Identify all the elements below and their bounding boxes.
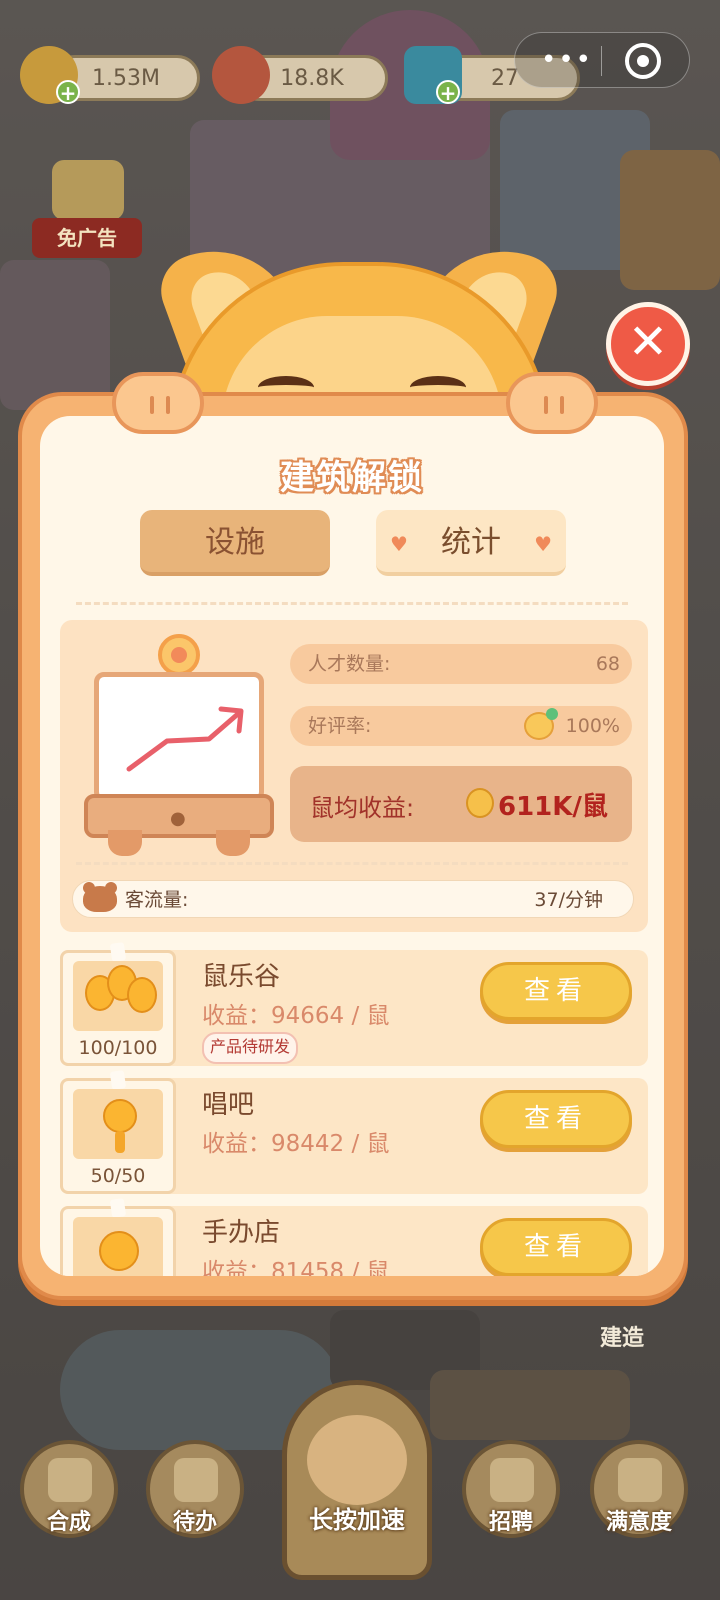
heart-icon: ♥ [534,532,552,556]
building-income: 收益：94664 / 鼠 [202,1003,390,1029]
clip-icon [109,1070,127,1090]
rating-row: 好评率: 100% [290,706,632,746]
card-icon [490,1458,534,1502]
clipboard-icon [174,1458,218,1502]
merge-label: 合成 [46,1510,91,1535]
tab-facilities[interactable]: 设施 [140,510,330,576]
tab-statistics-label: 统计 [441,525,501,560]
tab-facilities-label: 设施 [205,525,265,560]
divider [76,602,628,605]
chart-board [94,672,264,802]
rating-value: 100% [565,715,620,737]
list-item: 手办店 收益：81458 / 鼠 查看 [60,1198,648,1276]
income-label: 鼠均收益: [310,794,415,822]
no-ad-button[interactable]: 免广告 [32,160,142,260]
clip-icon [109,942,127,962]
balloon-icon [73,961,163,1031]
building-thumbnail [60,1198,176,1276]
chart-board-illustration: ● [84,634,274,864]
board-leg [216,830,250,856]
talent-value: 68 [595,653,620,675]
heart-icon: ♥ [390,532,408,556]
capsule-separator [601,46,602,76]
hamster-icon [307,1415,407,1505]
building-unlock-panel: 建筑解锁 设施 ♥ 统计 ♥ ● 人才数量: 68 好评率: 100% 鼠均收益… [40,416,664,1276]
merge-icon [48,1458,92,1502]
miniprogram-capsule: ••• [514,32,690,88]
building-thumbnail: 50/50 [60,1070,176,1194]
trend-up-icon [126,706,244,772]
building-name: 鼠乐谷 [202,962,281,992]
todo-label: 待办 [172,1510,217,1535]
income-value: 611K/鼠 [498,792,608,822]
paw-print-icon: ● [170,808,186,829]
rating-label: 好评率: [308,715,372,737]
traffic-row: 客流量: 37/分钟 [72,880,634,918]
close-button[interactable]: ✕ [606,302,690,386]
building-count: 100/100 [78,1037,158,1059]
cat-paw-right [506,372,598,434]
recruit-label: 招聘 [488,1510,533,1535]
add-seed-button[interactable]: + [56,80,80,104]
list-item: 100/100 鼠乐谷 收益：94664 / 鼠 产品待研发 查看 [60,942,648,1066]
satisfaction-label: 满意度 [605,1510,672,1535]
flower-value: 18.8K [280,65,344,91]
status-badge: 产品待研发 [202,1032,299,1064]
traffic-value: 37/分钟 [534,889,603,911]
microphone-icon [73,1089,163,1159]
talent-label: 人才数量: [308,653,391,675]
seed-value: 1.53M [92,65,160,91]
tab-statistics[interactable]: ♥ 统计 ♥ [376,510,566,576]
flower-icon [158,634,200,676]
board-leg [108,830,142,856]
build-button[interactable]: 建造 [600,1320,644,1352]
close-program-icon[interactable] [625,43,661,79]
speedup-button[interactable] [282,1380,432,1580]
average-income-box: 鼠均收益: 611K/鼠 [290,766,632,842]
more-icon[interactable]: ••• [541,45,593,75]
building-income: 收益：98442 / 鼠 [202,1131,390,1157]
rating-heart-icon [524,708,558,740]
building-thumbnail: 100/100 [60,942,176,1066]
building-count: 50/50 [90,1165,146,1187]
traffic-label: 客流量: [125,889,189,911]
flower-icon [212,46,270,104]
panel-title: 建筑解锁 [280,458,424,498]
building-name: 手办店 [202,1218,281,1248]
view-button[interactable]: 查看 [480,1218,632,1276]
bear-icon [83,882,117,912]
coin-icon [466,788,494,818]
add-gem-button[interactable]: + [436,80,460,104]
thumbs-up-icon [618,1458,662,1502]
building-name: 唱吧 [202,1090,255,1120]
no-ad-label: 免广告 [32,218,142,258]
view-button[interactable]: 查看 [480,1090,632,1148]
hamster-figure-icon [73,1217,163,1276]
building-income: 收益：81458 / 鼠 [202,1259,390,1276]
talent-count-row: 人才数量: 68 [290,644,632,684]
cat-paw-left [112,372,204,434]
speedup-label: 长按加速 [309,1506,405,1534]
view-button[interactable]: 查看 [480,962,632,1020]
divider [76,862,628,865]
clip-icon [109,1198,127,1218]
list-item: 50/50 唱吧 收益：98442 / 鼠 查看 [60,1070,648,1194]
fast-forward-icon [52,160,124,220]
